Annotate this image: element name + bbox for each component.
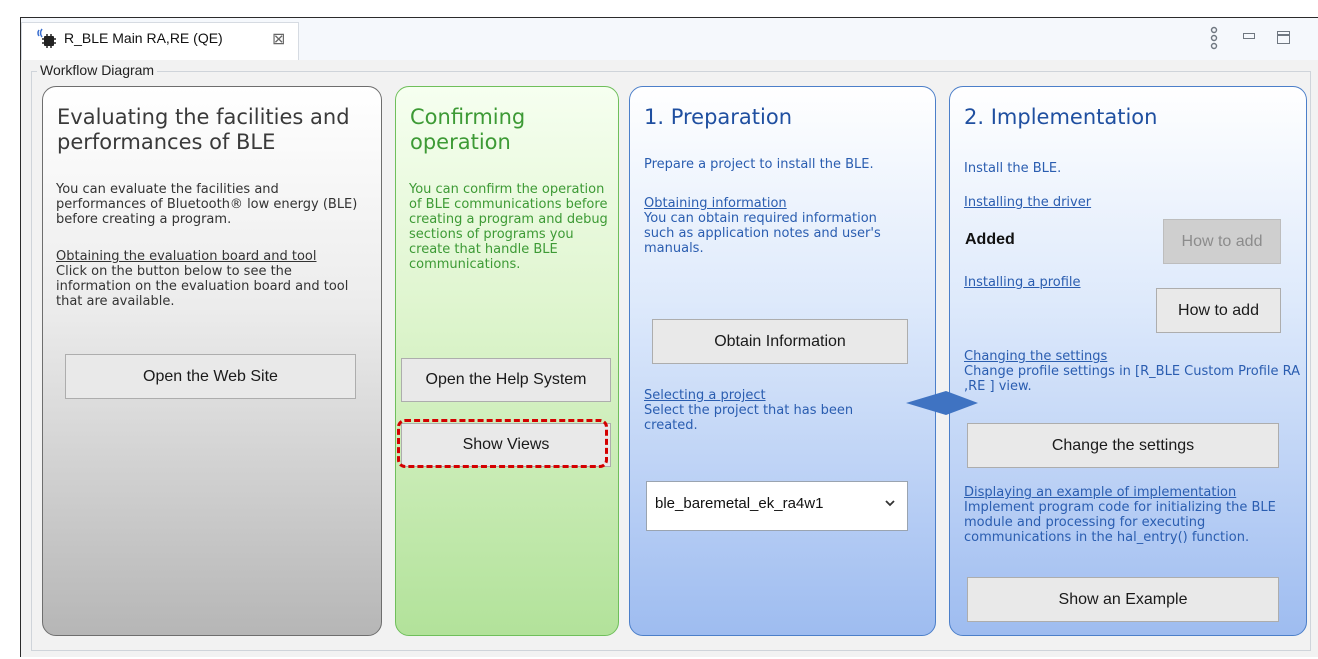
obtain-information-button[interactable]: Obtain Information: [652, 319, 908, 364]
link-installing-driver[interactable]: Installing the driver: [964, 195, 1284, 210]
show-example-button[interactable]: Show an Example: [967, 577, 1279, 622]
open-web-site-button[interactable]: Open the Web Site: [65, 354, 356, 399]
chevron-down-icon: [885, 500, 895, 507]
panel-description: You can confirm the operation of BLE com…: [409, 182, 608, 272]
panel-title: 2. Implementation: [964, 105, 1158, 129]
link-obtaining-information[interactable]: Obtaining information: [644, 196, 924, 211]
workflow-label: Workflow Diagram: [37, 62, 158, 78]
tab-title: R_BLE Main RA,RE (QE): [64, 30, 223, 46]
view-menu-icon[interactable]: [1209, 26, 1219, 52]
arrow-right-icon: [906, 391, 978, 415]
how-to-add-driver-button[interactable]: How to add: [1163, 219, 1281, 264]
project-select-value: ble_baremetal_ek_ra4w1: [655, 495, 824, 512]
project-description: Select the project that has been created…: [644, 403, 854, 433]
panel-title: Confirming operation: [410, 105, 526, 154]
link-evaluation-board[interactable]: Obtaining the evaluation board and tool: [56, 249, 376, 264]
open-help-system-button[interactable]: Open the Help System: [401, 358, 611, 402]
panel-description: Prepare a project to install the BLE.: [644, 157, 874, 172]
panel-implementation: 2. Implementation Install the BLE. Insta…: [949, 86, 1307, 636]
settings-description: Change profile settings in [R_BLE Custom…: [964, 364, 1301, 394]
link-description: Click on the button below to see the inf…: [56, 264, 349, 309]
panel-description: You can evaluate the facilities and perf…: [56, 182, 358, 227]
info-description: You can obtain required information such…: [644, 211, 881, 256]
maximize-icon[interactable]: [1277, 31, 1290, 44]
panel-description: Install the BLE.: [964, 161, 1062, 176]
link-changing-settings[interactable]: Changing the settings: [964, 349, 1294, 364]
panel-confirm: Confirming operation You can confirm the…: [395, 86, 619, 636]
link-example-implementation[interactable]: Displaying an example of implementation: [964, 485, 1304, 500]
panel-evaluate: Evaluating the facilities and performanc…: [42, 86, 382, 636]
panel-preparation: 1. Preparation Prepare a project to inst…: [629, 86, 936, 636]
change-settings-button[interactable]: Change the settings: [967, 423, 1279, 468]
how-to-add-profile-button[interactable]: How to add: [1156, 288, 1281, 333]
minimize-icon[interactable]: [1243, 33, 1255, 39]
ble-chip-icon: [37, 28, 56, 48]
show-views-highlight: [397, 419, 608, 468]
link-selecting-project[interactable]: Selecting a project: [644, 388, 924, 403]
project-select[interactable]: ble_baremetal_ek_ra4w1: [646, 481, 908, 531]
panel-title: Evaluating the facilities and performanc…: [57, 105, 350, 154]
panel-title: 1. Preparation: [644, 105, 793, 129]
example-description: Implement program code for initializing …: [964, 500, 1276, 545]
close-icon[interactable]: ⊠: [272, 29, 285, 48]
driver-status: Added: [965, 231, 1015, 248]
